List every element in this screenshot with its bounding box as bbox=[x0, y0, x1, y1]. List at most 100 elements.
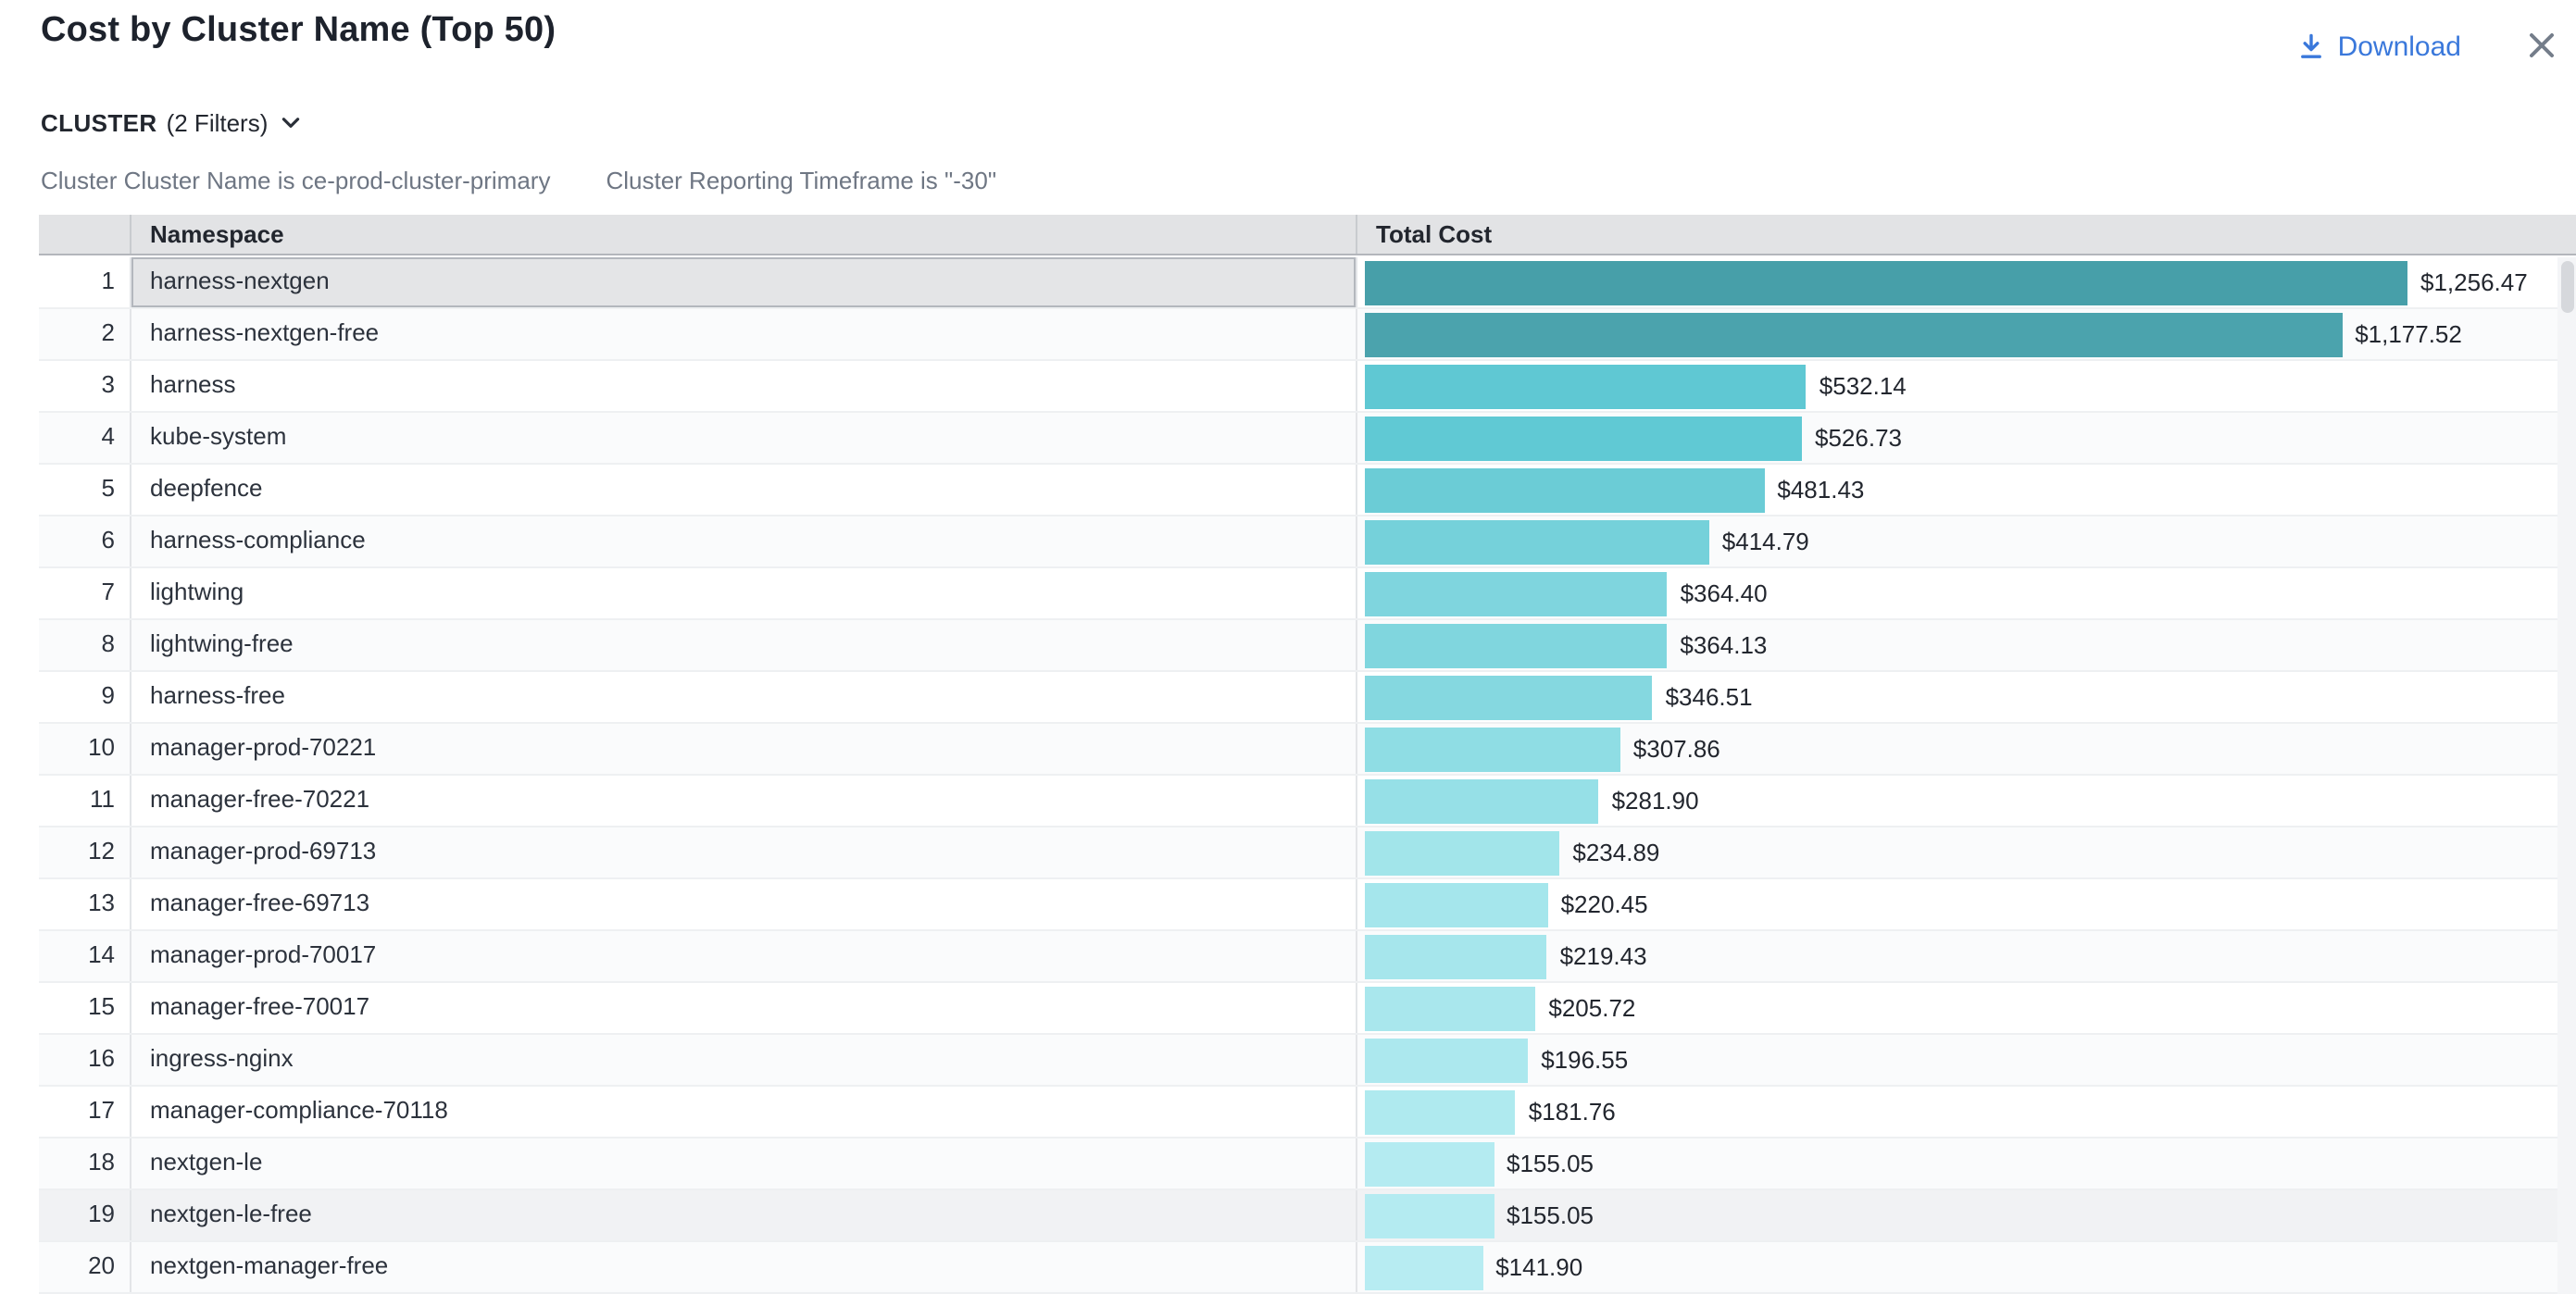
namespace-cell[interactable]: harness-compliance bbox=[130, 516, 1356, 566]
cost-value: $220.45 bbox=[1561, 890, 1648, 918]
cost-value: $219.43 bbox=[1560, 942, 1647, 970]
cost-bar bbox=[1365, 260, 2407, 305]
cost-value: $181.76 bbox=[1529, 1098, 1616, 1126]
scrollbar-thumb[interactable] bbox=[2560, 261, 2573, 313]
row-rank: 16 bbox=[39, 1035, 130, 1085]
namespace-cell[interactable]: kube-system bbox=[130, 413, 1356, 463]
total-cost-cell[interactable]: $220.45 bbox=[1356, 879, 2557, 929]
table-row[interactable]: 13manager-free-69713$220.45 bbox=[39, 879, 2557, 931]
table-row[interactable]: 11manager-free-70221 $281.90 bbox=[39, 776, 2557, 827]
filter-group-toggle[interactable]: CLUSTER (2 Filters) bbox=[41, 109, 299, 137]
table-row[interactable]: 20nextgen-manager-free$141.90 bbox=[39, 1242, 2557, 1294]
column-header-rank bbox=[39, 215, 130, 254]
cost-bar bbox=[1365, 727, 1620, 771]
namespace-cell[interactable]: harness-free bbox=[130, 672, 1356, 722]
table-row[interactable]: 8lightwing-free$364.13 bbox=[39, 620, 2557, 672]
namespace-cell[interactable]: manager-prod-70221 bbox=[130, 724, 1356, 774]
namespace-cell[interactable]: manager-compliance-70118 bbox=[130, 1087, 1356, 1137]
namespace-cell[interactable]: ingress-nginx bbox=[130, 1035, 1356, 1085]
table-row[interactable]: 1harness-nextgen$1,256.47 bbox=[39, 257, 2557, 309]
table-row[interactable]: 12manager-prod-69713$234.89 bbox=[39, 827, 2557, 879]
total-cost-cell[interactable]: $414.79 bbox=[1356, 516, 2557, 566]
table-header-row: Namespace Total Cost bbox=[39, 215, 2576, 255]
row-rank: 2 bbox=[39, 309, 130, 359]
column-header-total-cost[interactable]: Total Cost bbox=[1356, 215, 2576, 254]
cost-bar bbox=[1365, 312, 2342, 356]
namespace-cell[interactable]: nextgen-le-free bbox=[130, 1190, 1356, 1240]
column-header-namespace[interactable]: Namespace bbox=[130, 215, 1356, 254]
close-button[interactable] bbox=[2522, 26, 2559, 63]
table-row[interactable]: 18nextgen-le$155.05 bbox=[39, 1138, 2557, 1190]
cost-bar bbox=[1365, 1193, 1494, 1238]
filter-group-label: CLUSTER bbox=[41, 109, 157, 137]
table-row[interactable]: 10manager-prod-70221$307.86 bbox=[39, 724, 2557, 776]
cost-bar bbox=[1365, 467, 1764, 512]
row-rank: 5 bbox=[39, 465, 130, 515]
table-row[interactable]: 15manager-free-70017$205.72 bbox=[39, 983, 2557, 1035]
cost-bar bbox=[1365, 416, 1802, 460]
namespace-cell[interactable]: manager-prod-70017 bbox=[130, 931, 1356, 981]
total-cost-cell[interactable]: $1,256.47 bbox=[1356, 257, 2557, 307]
cost-value: $196.55 bbox=[1541, 1046, 1628, 1074]
total-cost-cell[interactable]: $155.05 bbox=[1356, 1190, 2557, 1240]
total-cost-cell[interactable]: $219.43 bbox=[1356, 931, 2557, 981]
total-cost-cell[interactable]: $205.72 bbox=[1356, 983, 2557, 1033]
total-cost-cell[interactable]: $481.43 bbox=[1356, 465, 2557, 515]
total-cost-cell[interactable]: $155.05 bbox=[1356, 1138, 2557, 1188]
row-rank: 12 bbox=[39, 827, 130, 877]
namespace-cell[interactable]: harness-nextgen-free bbox=[130, 309, 1356, 359]
cost-bar bbox=[1365, 882, 1548, 927]
vertical-scrollbar[interactable] bbox=[2557, 257, 2576, 1294]
table-row[interactable]: 4kube-system $526.73 bbox=[39, 413, 2557, 465]
total-cost-cell[interactable]: $307.86 bbox=[1356, 724, 2557, 774]
total-cost-cell[interactable]: $346.51 bbox=[1356, 672, 2557, 722]
row-rank: 11 bbox=[39, 776, 130, 826]
total-cost-cell[interactable]: $1,177.52 bbox=[1356, 309, 2557, 359]
namespace-cell[interactable]: lightwing-free bbox=[130, 620, 1356, 670]
row-rank: 10 bbox=[39, 724, 130, 774]
total-cost-cell[interactable]: $281.90 bbox=[1356, 776, 2557, 826]
table-row[interactable]: 17manager-compliance-70118$181.76 bbox=[39, 1087, 2557, 1138]
cost-bar bbox=[1365, 1141, 1494, 1186]
cost-bar bbox=[1365, 934, 1547, 978]
total-cost-cell[interactable]: $141.90 bbox=[1356, 1242, 2557, 1292]
cost-value: $364.40 bbox=[1681, 579, 1768, 607]
cost-table: Namespace Total Cost 1harness-nextgen$1,… bbox=[39, 215, 2576, 1294]
filter-count-label: (2 Filters) bbox=[167, 109, 269, 137]
cost-bar bbox=[1365, 623, 1667, 667]
total-cost-cell[interactable]: $234.89 bbox=[1356, 827, 2557, 877]
cost-by-cluster-dialog: Cost by Cluster Name (Top 50) Download C… bbox=[0, 0, 2576, 1294]
filter-item-cluster-name: Cluster Cluster Name is ce-prod-cluster-… bbox=[41, 167, 550, 194]
table-body: 1harness-nextgen$1,256.472harness-nextge… bbox=[39, 257, 2557, 1294]
download-button[interactable]: Download bbox=[2299, 31, 2461, 63]
cost-value: $281.90 bbox=[1612, 787, 1699, 815]
total-cost-cell[interactable]: $526.73 bbox=[1356, 413, 2557, 463]
total-cost-cell[interactable]: $196.55 bbox=[1356, 1035, 2557, 1085]
namespace-cell[interactable]: harness bbox=[130, 361, 1356, 411]
table-row[interactable]: 3harness$532.14 bbox=[39, 361, 2557, 413]
namespace-cell[interactable]: manager-prod-69713 bbox=[130, 827, 1356, 877]
total-cost-cell[interactable]: $532.14 bbox=[1356, 361, 2557, 411]
cost-value: $526.73 bbox=[1815, 424, 1902, 452]
total-cost-cell[interactable]: $364.40 bbox=[1356, 568, 2557, 618]
table-row[interactable]: 7lightwing$364.40 bbox=[39, 568, 2557, 620]
namespace-cell[interactable]: manager-free-69713 bbox=[130, 879, 1356, 929]
table-row[interactable]: 2harness-nextgen-free$1,177.52 bbox=[39, 309, 2557, 361]
total-cost-cell[interactable]: $364.13 bbox=[1356, 620, 2557, 670]
cost-value: $1,256.47 bbox=[2420, 268, 2528, 296]
table-row[interactable]: 6harness-compliance$414.79 bbox=[39, 516, 2557, 568]
table-row[interactable]: 19nextgen-le-free$155.05 bbox=[39, 1190, 2557, 1242]
namespace-cell[interactable]: harness-nextgen bbox=[130, 257, 1356, 307]
namespace-cell[interactable]: manager-free-70221 bbox=[130, 776, 1356, 826]
table-row[interactable]: 5deepfence$481.43 bbox=[39, 465, 2557, 516]
namespace-cell[interactable]: deepfence bbox=[130, 465, 1356, 515]
namespace-cell[interactable]: manager-free-70017 bbox=[130, 983, 1356, 1033]
total-cost-cell[interactable]: $181.76 bbox=[1356, 1087, 2557, 1137]
table-row[interactable]: 9harness-free$346.51 bbox=[39, 672, 2557, 724]
namespace-cell[interactable]: nextgen-le bbox=[130, 1138, 1356, 1188]
row-rank: 4 bbox=[39, 413, 130, 463]
table-row[interactable]: 16ingress-nginx $196.55 bbox=[39, 1035, 2557, 1087]
namespace-cell[interactable]: nextgen-manager-free bbox=[130, 1242, 1356, 1292]
table-row[interactable]: 14manager-prod-70017$219.43 bbox=[39, 931, 2557, 983]
namespace-cell[interactable]: lightwing bbox=[130, 568, 1356, 618]
